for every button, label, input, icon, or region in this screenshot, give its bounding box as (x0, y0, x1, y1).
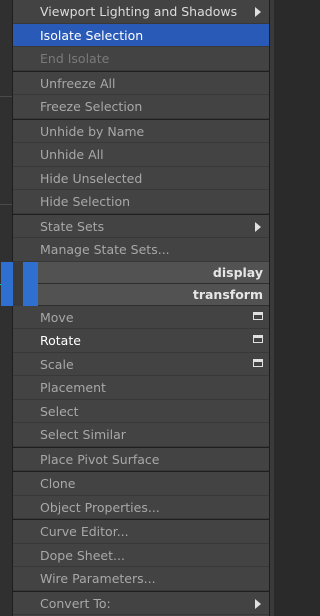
quad-indicator-icon (1, 283, 38, 306)
quadrant-title: display (212, 264, 263, 280)
menu-item-dope-sheet[interactable]: Dope Sheet... (13, 544, 269, 567)
menu-item-label: Unhide by Name (40, 123, 145, 139)
viewport-left-edge (0, 0, 12, 616)
menu-item-move[interactable]: Move (13, 306, 269, 329)
menu-item-place-pivot-surface[interactable]: Place Pivot Surface (13, 448, 269, 471)
menu-item-viewport-lighting[interactable]: Viewport Lighting and Shadows (13, 0, 269, 24)
display-quadrant: Viewport Lighting and Shadows Isolate Se… (13, 0, 269, 262)
menu-item-label: Manage State Sets... (40, 242, 170, 257)
menu-item-label: Hide Unselected (40, 170, 143, 186)
menu-item-freeze-selection[interactable]: Freeze Selection (13, 95, 269, 119)
menu-item-curve-editor[interactable]: Curve Editor... (13, 520, 269, 544)
menu-item-label: State Sets (40, 218, 105, 234)
menu-item-label: Viewport Lighting and Shadows (40, 4, 238, 19)
menu-item-label: Clone (40, 476, 76, 491)
menu-item-convert-to[interactable]: Convert To: (13, 592, 269, 615)
menu-item-label: Select (40, 403, 79, 419)
menu-item-scale[interactable]: Scale (13, 353, 269, 376)
menu-item-label: Place Pivot Surface (40, 451, 160, 467)
quadrant-header-display: display (1, 261, 269, 284)
menu-item-label: Convert To: (40, 595, 111, 611)
menu-item-clone[interactable]: Clone (13, 472, 269, 496)
menu-item-label: Unfreeze All (40, 75, 116, 91)
menu-item-unhide-by-name[interactable]: Unhide by Name (13, 120, 269, 143)
submenu-arrow-icon (255, 221, 261, 232)
menu-item-label: Hide Selection (40, 194, 131, 209)
menu-item-end-isolate: End Isolate (13, 47, 269, 71)
settings-box-icon[interactable] (253, 358, 263, 367)
menu-item-label: Placement (40, 380, 106, 395)
menu-item-rotate[interactable]: Rotate (13, 329, 269, 353)
transform-quadrant: Move Rotate Scale Placement Select Selec… (13, 306, 269, 615)
menu-item-hide-unselected[interactable]: Hide Unselected (13, 167, 269, 190)
menu-item-select[interactable]: Select (13, 400, 269, 423)
menu-item-unfreeze-all[interactable]: Unfreeze All (13, 72, 269, 95)
submenu-arrow-icon (255, 7, 261, 17)
menu-item-manage-state-sets[interactable]: Manage State Sets... (13, 238, 269, 262)
viewport-grid-line (0, 96, 12, 97)
viewport-grid-line (0, 204, 12, 205)
quadrant-title: transform (192, 286, 263, 302)
menu-item-label: Select Similar (40, 427, 126, 442)
menu-item-isolate-selection[interactable]: Isolate Selection (13, 23, 269, 47)
settings-box-icon[interactable] (253, 335, 263, 343)
quadrant-header-transform: transform (1, 283, 269, 306)
menu-item-label: End Isolate (40, 51, 110, 66)
menu-item-label: Rotate (40, 333, 81, 348)
settings-box-icon[interactable] (253, 311, 263, 320)
menu-item-wire-parameters[interactable]: Wire Parameters... (13, 567, 269, 591)
menu-item-label: Freeze Selection (40, 99, 143, 114)
menu-item-unhide-all[interactable]: Unhide All (13, 143, 269, 167)
menu-item-object-properties[interactable]: Object Properties... (13, 496, 269, 519)
quad-menu: Viewport Lighting and Shadows Isolate Se… (1, 0, 270, 616)
quad-indicator-icon (1, 261, 38, 284)
menu-item-label: Object Properties... (40, 499, 160, 515)
menu-item-label: Dope Sheet... (40, 547, 125, 563)
menu-item-state-sets[interactable]: State Sets (13, 215, 269, 238)
menu-item-label: Unhide All (40, 147, 104, 162)
submenu-arrow-icon (255, 598, 261, 609)
menu-item-label: Move (40, 309, 74, 325)
menu-item-label: Scale (40, 356, 74, 372)
menu-item-select-similar[interactable]: Select Similar (13, 423, 269, 447)
menu-item-label: Curve Editor... (40, 524, 129, 539)
menu-item-hide-selection[interactable]: Hide Selection (13, 190, 269, 214)
menu-item-label: Isolate Selection (40, 27, 144, 43)
menu-item-placement[interactable]: Placement (13, 376, 269, 400)
menu-item-label: Wire Parameters... (40, 571, 156, 586)
